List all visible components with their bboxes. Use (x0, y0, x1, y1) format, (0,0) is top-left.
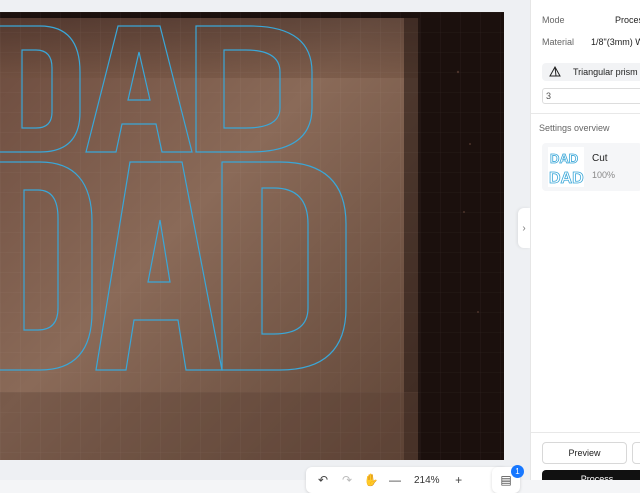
svg-text:DAD: DAD (549, 170, 584, 187)
footer-divider (531, 432, 640, 433)
prism-sides-input[interactable]: 3 (542, 88, 640, 104)
triangular-prism-button[interactable]: Triangular prism (542, 63, 640, 81)
design-thumbnail: DAD DAD (548, 147, 584, 187)
mode-value[interactable]: Process (615, 15, 640, 25)
process-button[interactable]: Process (542, 470, 640, 480)
operation-name: Cut (592, 153, 608, 164)
canvas-area[interactable]: ↶ ↷ ✋ — 214% + ▤ 1 › (0, 0, 530, 493)
panel-collapse-handle[interactable]: › (518, 208, 530, 248)
material-label: Material (542, 37, 575, 47)
camera-view[interactable] (0, 12, 504, 460)
prism-label: Triangular prism (573, 67, 638, 77)
mode-label: Mode (542, 15, 565, 25)
hand-icon[interactable]: ✋ (364, 473, 379, 487)
operation-power: 100% (592, 170, 616, 180)
secondary-button[interactable] (632, 442, 640, 464)
layer-count-badge: 1 (511, 465, 524, 478)
prism-icon (549, 66, 561, 78)
svg-text:DAD: DAD (550, 151, 578, 166)
settings-overview-title: Settings overview (539, 123, 610, 133)
cut-setting-card[interactable]: DAD DAD Cut 100% (542, 143, 640, 191)
chevron-right-icon: › (522, 222, 526, 234)
preview-button[interactable]: Preview (542, 442, 627, 464)
undo-icon[interactable]: ↶ (316, 473, 330, 487)
section-divider (531, 113, 640, 114)
mode-row: Mode Process (542, 15, 640, 25)
zoom-in-icon[interactable]: + (452, 473, 466, 487)
material-value[interactable]: 1/8"(3mm) Wa (591, 37, 640, 47)
layers-icon: ▤ (500, 473, 512, 487)
layers-button[interactable]: ▤ 1 (492, 465, 524, 493)
zoom-out-icon[interactable]: — (388, 473, 402, 487)
settings-panel: Mode Process Material 1/8"(3mm) Wa Trian… (530, 0, 640, 480)
material-row: Material 1/8"(3mm) Wa (542, 37, 640, 47)
canvas-toolbar: ↶ ↷ ✋ — 214% + (306, 467, 508, 493)
zoom-level[interactable]: 214% (414, 475, 440, 486)
redo-icon[interactable]: ↷ (340, 473, 354, 487)
camera-canvas (0, 12, 504, 460)
